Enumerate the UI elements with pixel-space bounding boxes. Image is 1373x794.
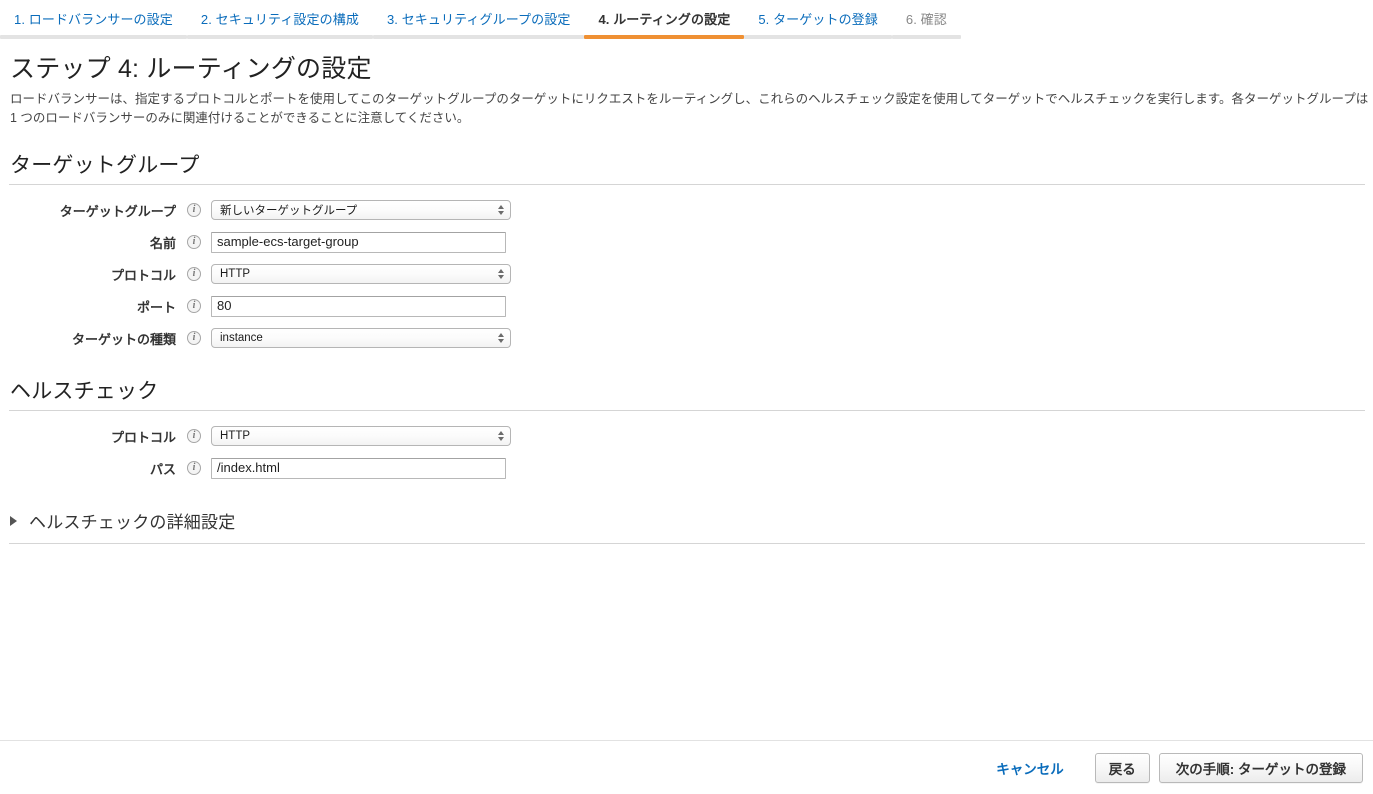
field-control-port bbox=[211, 295, 506, 317]
back-button[interactable]: 戻る bbox=[1094, 752, 1150, 783]
advanced-health-check-label: ヘルスチェックの詳細設定 bbox=[29, 513, 236, 532]
wizard-tab-1[interactable]: 1. ロードバランサーの設定 bbox=[0, 0, 187, 39]
wizard-tab-5-underline bbox=[744, 35, 892, 39]
info-icon[interactable]: i bbox=[187, 267, 201, 281]
wizard-tab-3-underline bbox=[372, 35, 585, 39]
section-divider-target-group bbox=[9, 184, 1365, 185]
field-control-target-group: 新しいターゲットグループ bbox=[211, 200, 511, 220]
port-input[interactable] bbox=[211, 295, 506, 317]
info-icon[interactable]: i bbox=[187, 331, 201, 345]
field-control-protocol: HTTP bbox=[211, 264, 511, 284]
info-icon-glyph: i bbox=[192, 332, 196, 343]
field-label-health-protocol: プロトコル bbox=[110, 429, 176, 445]
info-icon-glyph: i bbox=[192, 204, 196, 215]
advanced-health-check-toggle[interactable]: ヘルスチェックの詳細設定 bbox=[10, 508, 1373, 533]
field-label-name: 名前 bbox=[149, 235, 176, 251]
wizard-tab-4[interactable]: 4. ルーティングの設定 bbox=[584, 0, 745, 39]
wizard-page: 1. ロードバランサーの設定 2. セキュリティ設定の構成 3. セキュリティグ… bbox=[0, 0, 1373, 794]
wizard-tab-2-label: 2. セキュリティ設定の構成 bbox=[200, 12, 359, 27]
wizard-tab-2-underline bbox=[186, 35, 373, 39]
wizard-tab-2[interactable]: 2. セキュリティ設定の構成 bbox=[186, 0, 373, 39]
wizard-tab-3-label: 3. セキュリティグループの設定 bbox=[386, 12, 571, 27]
page-description: ロードバランサーは、指定するプロトコルとポートを使用してこのターゲットグループの… bbox=[10, 92, 1369, 125]
wizard-tab-5[interactable]: 5. ターゲットの登録 bbox=[744, 0, 892, 39]
wizard-tab-bar: 1. ロードバランサーの設定 2. セキュリティ設定の構成 3. セキュリティグ… bbox=[0, 0, 1373, 39]
target-type-select[interactable]: instance bbox=[211, 328, 511, 348]
field-label-target-group: ターゲットグループ bbox=[59, 203, 176, 219]
health-check-form: プロトコル i HTTP パス i bbox=[0, 420, 1373, 484]
chevron-updown-icon bbox=[498, 269, 504, 279]
chevron-updown-icon bbox=[498, 431, 504, 441]
field-row-protocol: プロトコル i HTTP bbox=[0, 258, 1373, 290]
wizard-tab-6-underline bbox=[891, 35, 961, 39]
wizard-tab-1-label: 1. ロードバランサーの設定 bbox=[14, 12, 173, 27]
field-label-protocol: プロトコル bbox=[110, 267, 176, 283]
field-control-name bbox=[211, 231, 506, 253]
info-icon-glyph: i bbox=[192, 430, 196, 441]
protocol-select[interactable]: HTTP bbox=[211, 264, 511, 284]
field-label-health-path: パス bbox=[149, 461, 176, 477]
cancel-button[interactable]: キャンセル bbox=[990, 757, 1070, 779]
section-title-target-group: ターゲットグループ bbox=[10, 154, 200, 177]
wizard-tab-6: 6. 確認 bbox=[891, 0, 961, 39]
target-group-select-value: 新しいターゲットグループ bbox=[220, 205, 358, 217]
target-group-form: ターゲットグループ i 新しいターゲットグループ 名前 i プロトコル i HT… bbox=[0, 194, 1373, 354]
wizard-footer: キャンセル 戻る 次の手順: ターゲットの登録 bbox=[0, 740, 1373, 794]
field-control-target-type: instance bbox=[211, 328, 511, 348]
next-step-button[interactable]: 次の手順: ターゲットの登録 bbox=[1158, 752, 1363, 783]
target-type-select-value: instance bbox=[220, 332, 263, 344]
chevron-updown-icon bbox=[498, 333, 504, 343]
info-icon-glyph: i bbox=[192, 462, 196, 473]
health-path-input[interactable] bbox=[211, 457, 506, 479]
field-row-name: 名前 i bbox=[0, 226, 1373, 258]
health-protocol-select-value: HTTP bbox=[220, 430, 251, 442]
wizard-tab-4-label: 4. ルーティングの設定 bbox=[598, 12, 731, 27]
wizard-tab-5-label: 5. ターゲットの登録 bbox=[758, 12, 878, 27]
field-label-target-type: ターゲットの種類 bbox=[71, 331, 176, 347]
field-row-health-path: パス i bbox=[0, 452, 1373, 484]
target-group-select[interactable]: 新しいターゲットグループ bbox=[211, 200, 511, 220]
info-icon-glyph: i bbox=[192, 300, 196, 311]
info-icon[interactable]: i bbox=[187, 299, 201, 313]
info-icon[interactable]: i bbox=[187, 429, 201, 443]
page-title: ステップ 4: ルーティングの設定 bbox=[10, 55, 372, 83]
field-row-target-group: ターゲットグループ i 新しいターゲットグループ bbox=[0, 194, 1373, 226]
wizard-tab-3[interactable]: 3. セキュリティグループの設定 bbox=[372, 0, 585, 39]
info-icon[interactable]: i bbox=[187, 461, 201, 475]
field-control-health-path bbox=[211, 457, 506, 479]
wizard-tab-1-underline bbox=[0, 35, 187, 39]
triangle-right-icon bbox=[10, 515, 17, 526]
info-icon[interactable]: i bbox=[187, 235, 201, 249]
info-icon-glyph: i bbox=[192, 268, 196, 279]
field-label-port: ポート bbox=[136, 299, 176, 315]
field-row-target-type: ターゲットの種類 i instance bbox=[0, 322, 1373, 354]
field-control-health-protocol: HTTP bbox=[211, 426, 511, 446]
advanced-divider bbox=[9, 543, 1365, 544]
wizard-tab-4-underline bbox=[584, 35, 745, 39]
health-protocol-select[interactable]: HTTP bbox=[211, 426, 511, 446]
wizard-tab-6-label: 6. 確認 bbox=[905, 12, 947, 27]
protocol-select-value: HTTP bbox=[220, 268, 251, 280]
field-row-health-protocol: プロトコル i HTTP bbox=[0, 420, 1373, 452]
chevron-updown-icon bbox=[498, 205, 504, 215]
field-row-port: ポート i bbox=[0, 290, 1373, 322]
section-divider-health-check bbox=[9, 410, 1365, 411]
info-icon[interactable]: i bbox=[187, 203, 201, 217]
info-icon-glyph: i bbox=[192, 236, 196, 247]
name-input[interactable] bbox=[211, 231, 506, 253]
section-title-health-check: ヘルスチェック bbox=[10, 380, 159, 403]
